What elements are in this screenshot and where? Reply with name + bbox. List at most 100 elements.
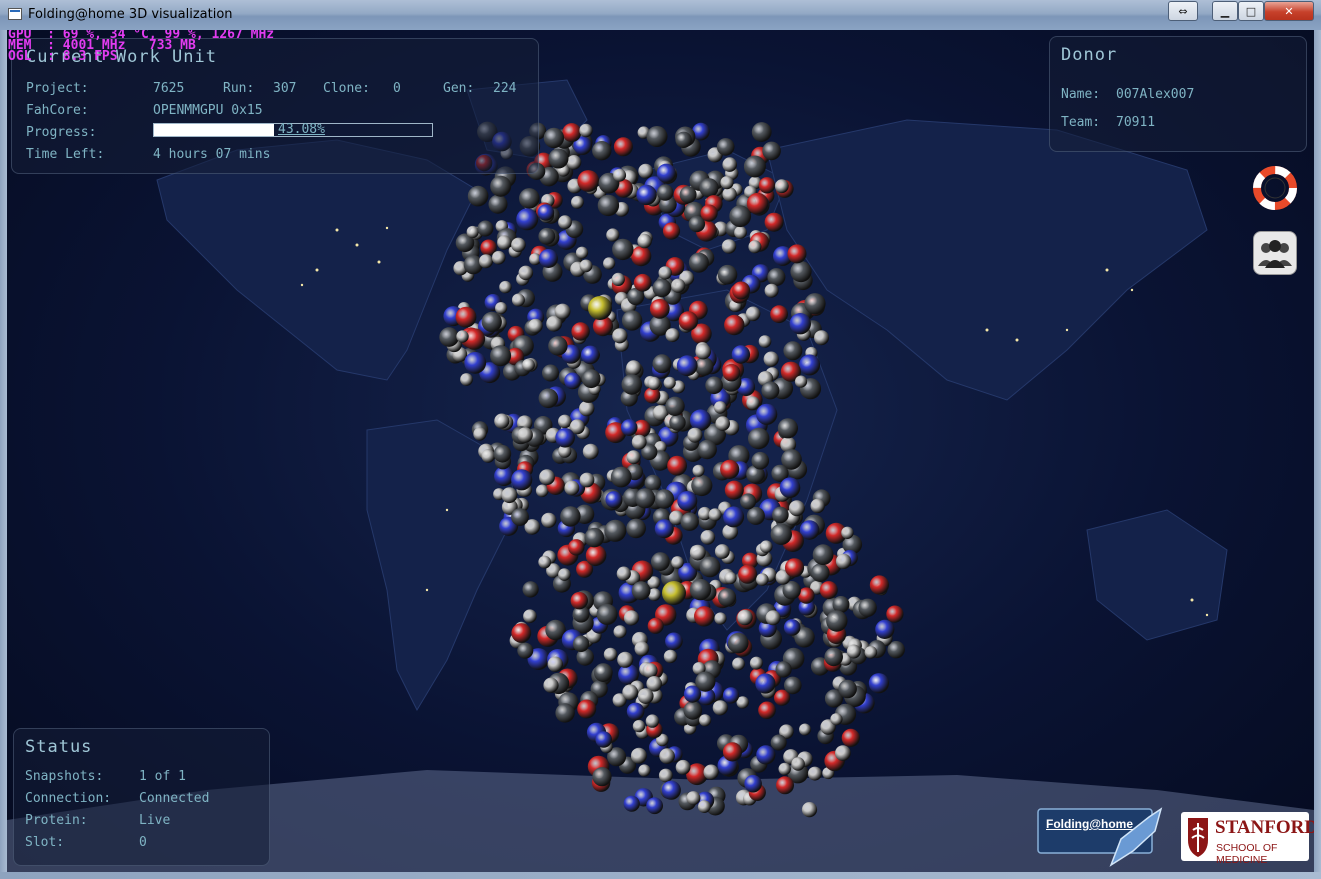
time-left-label: Time Left: [26,147,105,162]
connection-value: Connected [139,791,210,806]
protein-atom [570,592,588,610]
protein-atom [723,506,745,528]
protein-atom [637,688,654,704]
protein-atom [700,204,718,222]
protein-atom [560,506,581,527]
protein-atom [724,571,737,585]
protein-atom [683,685,702,703]
protein-atom [713,401,727,414]
protein-atom [490,175,512,197]
protein-atom [477,220,494,237]
protein-atom [621,374,643,395]
protein-atom [689,544,706,561]
protein-atom [767,268,786,287]
protein-atom [490,345,512,367]
protein-atom [542,364,559,382]
protein-atom [501,487,518,504]
protein-atom [790,261,812,283]
protein-atom [658,266,672,280]
protein-atom [575,246,589,259]
protein-atom [841,728,860,748]
stanford-name: STANFORD [1215,817,1314,838]
status-panel: Status Snapshots: 1 of 1 Connection: Con… [13,728,270,866]
status-title: Status [25,737,93,757]
protein-atom [467,185,489,207]
protein-atom [869,575,890,595]
protein-atom [758,701,776,720]
protein-atom [626,450,641,465]
protein-atom [694,606,715,627]
restore-size-button[interactable]: ⇔ [1168,1,1198,21]
protein-atom [801,802,818,818]
protein-atom [783,341,803,361]
protein-atom [824,647,843,667]
minimize-button[interactable]: ▁ [1212,1,1238,21]
protein-atom [830,713,843,726]
protein-atom [671,278,686,293]
help-lifebuoy-button[interactable] [1253,166,1297,210]
protein-atom [495,302,508,315]
protein-atom [675,131,692,148]
protein-atom [722,187,737,202]
protein-atom [758,177,776,194]
maximize-icon: □ [1245,4,1257,18]
protein-atom [835,745,851,761]
protein-atom [491,250,506,265]
protein-atom [676,355,698,377]
title-bar: Folding@home 3D visualization ⇔ ▁ □ ✕ [0,0,1321,30]
maximize-button[interactable]: □ [1238,1,1264,21]
protein-atom [638,163,654,179]
protein-atom [548,148,569,169]
protein-atom [646,126,668,147]
protein-atom [596,603,618,625]
progress-label: Progress: [26,125,97,140]
protein-atom [543,677,559,693]
protein-atom [720,459,740,479]
protein-atom [579,123,593,138]
protein-atom [630,747,647,764]
protein-atom [577,170,600,192]
team-button[interactable] [1253,231,1297,275]
gpu-stats-overlay: GPU : 69 %, 34 °C, 99 %, 1267 MHz MEM : 4… [8,30,274,63]
protein-atom [626,518,646,539]
protein-atom [647,617,664,634]
protein-atom [585,545,607,566]
protein-atom [675,759,691,775]
protein-atom [493,445,512,463]
protein-atom [732,657,745,671]
protein-atom [516,208,539,231]
close-button[interactable]: ✕ [1264,1,1314,21]
protein-atom [613,137,633,157]
protein-atom [745,306,761,322]
protein-atom [460,373,473,386]
protein-atom [724,314,745,336]
protein-atom [511,508,529,526]
protein-atom [770,523,792,545]
clone-label: Clone: [323,81,370,96]
protein-atom [538,227,556,245]
window-title: Folding@home 3D visualization [28,7,233,22]
protein-atom [439,327,459,347]
protein-atom [703,764,719,780]
snapshots-value: 1 of 1 [139,769,186,784]
protein-atom [717,588,737,607]
protein-atom [749,656,763,670]
protein-atom [654,489,675,509]
project-value: 7625 [153,81,185,96]
protein-atom [623,610,640,626]
donor-name-label: Name: [1061,87,1101,102]
protein-atom [721,239,737,254]
protein-atom [663,376,676,389]
protein-atom [695,343,711,360]
visualization-viewport[interactable]: GPU : 69 %, 34 °C, 99 %, 1267 MHz MEM : 4… [7,30,1314,872]
donor-team-value: 70911 [1116,115,1156,130]
app-icon [8,8,22,20]
protein-atom [652,278,672,298]
protein-atom [564,372,581,390]
protein-atom [679,186,697,204]
protein-atom [697,800,711,813]
protein-atom [671,556,684,569]
protein-atom [755,673,776,694]
protein-atom [812,544,834,566]
protein-atom [571,195,584,209]
